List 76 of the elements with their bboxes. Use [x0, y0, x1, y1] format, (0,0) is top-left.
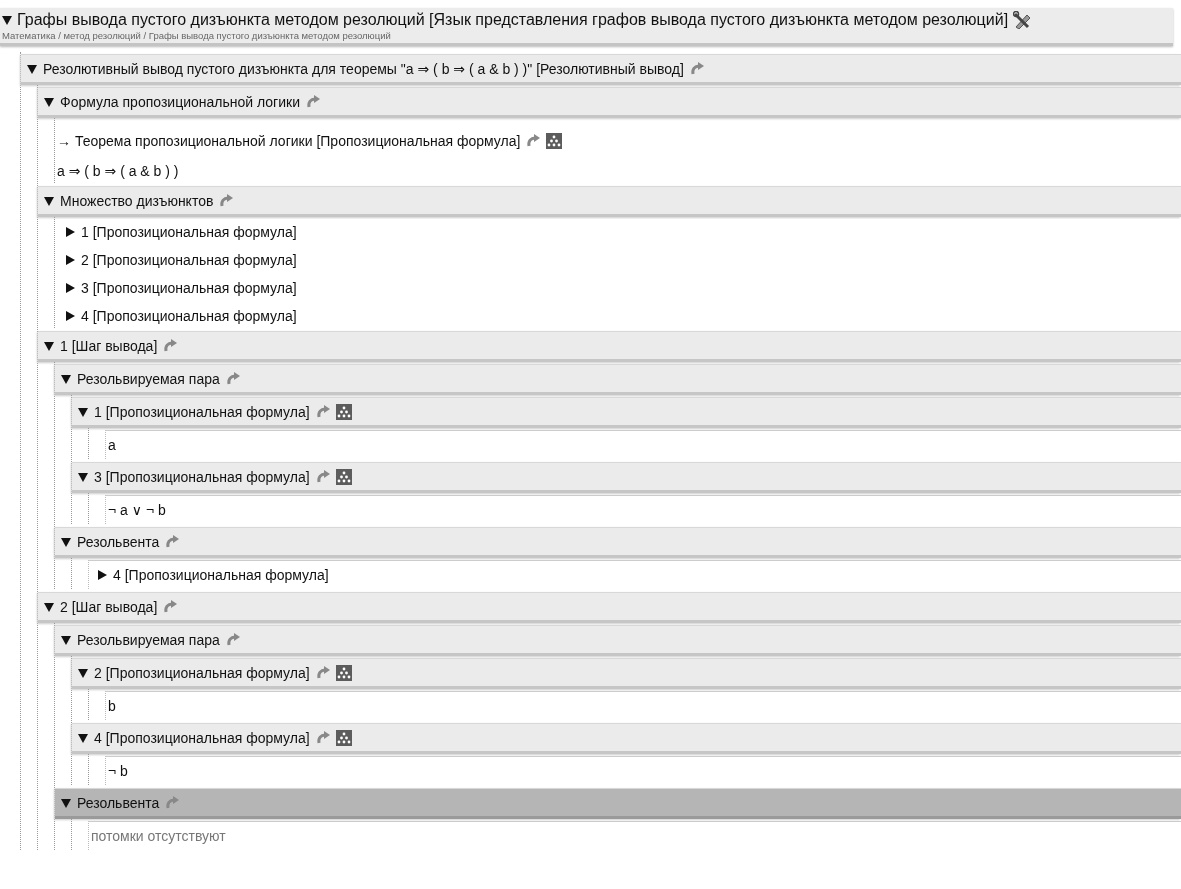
tree-item[interactable]: 4 [Пропозициональная формула]: [113, 567, 329, 583]
graph-icon[interactable]: [546, 133, 563, 149]
caret-right-icon[interactable]: [65, 226, 75, 237]
section-title: Резольвента: [77, 533, 160, 550]
graph-icon[interactable]: [335, 468, 352, 485]
section-header[interactable]: 4 [Пропозициональная формула]: [72, 723, 1181, 754]
section-title: Резольвируемая пара: [77, 370, 220, 387]
caret-right-icon[interactable]: [65, 310, 75, 321]
caret-down-icon[interactable]: [44, 601, 54, 612]
graph-icon[interactable]: [335, 729, 352, 746]
section-title: Резольвируемая пара: [77, 631, 220, 648]
page-title: Графы вывода пустого дизъюнкта методом резолюций [Язык представления графов вывода пустого дизъюнкта методом резолюций]: [17, 11, 1009, 29]
curved-arrow-icon[interactable]: [315, 665, 330, 680]
graph-icon[interactable]: [335, 403, 352, 420]
section-title: 2 [Шаг вывода]: [60, 598, 158, 615]
section-header[interactable]: 3 [Пропозициональная формула]: [72, 462, 1181, 493]
caret-down-icon[interactable]: [61, 797, 71, 808]
tree-item[interactable]: 4 [Пропозициональная формула]: [81, 307, 297, 324]
section-header[interactable]: Формула пропозициональной логики: [38, 87, 1181, 118]
section-header[interactable]: 1 [Пропозициональная формула]: [72, 397, 1181, 428]
curved-arrow-icon[interactable]: [315, 469, 330, 484]
caret-down-icon[interactable]: [78, 732, 88, 743]
caret-down-icon[interactable]: [61, 536, 71, 547]
curved-arrow-icon[interactable]: [315, 404, 330, 419]
tree-item[interactable]: 1 [Пропозициональная формула]: [81, 223, 297, 240]
caret-down-icon[interactable]: [78, 667, 88, 678]
section-header[interactable]: Резольвируемая пара: [55, 364, 1181, 395]
tree-item[interactable]: 3 [Пропозициональная формула]: [81, 279, 297, 296]
caret-right-icon[interactable]: [97, 570, 107, 580]
caret-down-icon[interactable]: [44, 195, 54, 206]
section-header[interactable]: 2 [Пропозициональная формула]: [72, 658, 1181, 689]
section-header[interactable]: Резолютивный вывод пустого дизъюнкта для теоремы "a ⇒ ( b ⇒ ( a & b ) )" [Резолютивный вывод]: [21, 54, 1181, 85]
caret-down-icon[interactable]: [2, 15, 12, 25]
caret-down-icon[interactable]: [44, 96, 54, 107]
curved-arrow-icon[interactable]: [305, 94, 320, 109]
section-title: 2 [Пропозициональная формула]: [94, 664, 310, 681]
section-title: 4 [Пропозициональная формула]: [94, 729, 310, 746]
curved-arrow-icon[interactable]: [526, 134, 541, 148]
caret-down-icon[interactable]: [61, 634, 71, 645]
caret-right-icon[interactable]: [65, 254, 75, 265]
breadcrumb: Математика / метод резолюций / Графы вывода пустого дизъюнкта методом резолюций: [2, 30, 392, 41]
section-header[interactable]: 2 [Шаг вывода]: [38, 592, 1181, 623]
caret-right-icon[interactable]: [65, 282, 75, 293]
section-title: Множество дизъюнктов: [60, 192, 214, 209]
section-title: Резолютивный вывод пустого дизъюнкта для теоремы "a ⇒ ( b ⇒ ( a & b ) )" [Резолютивный вывод]: [43, 60, 684, 77]
curved-arrow-icon[interactable]: [225, 371, 240, 386]
curved-arrow-icon[interactable]: [689, 61, 704, 76]
caret-down-icon[interactable]: [78, 471, 88, 482]
section-title: 3 [Пропозициональная формула]: [94, 468, 310, 485]
empty-note: потомки отсутствуют: [88, 821, 1181, 850]
section-title: Формула пропозициональной логики: [60, 93, 300, 110]
tree-item[interactable]: 2 [Пропозициональная формула]: [81, 251, 297, 268]
caret-down-icon[interactable]: [44, 340, 54, 351]
formula-value: a: [105, 430, 1181, 459]
curved-arrow-icon[interactable]: [315, 730, 330, 745]
section-header[interactable]: Резольвента: [55, 527, 1181, 558]
reference-link[interactable]: → Теорема пропозициональной логики [Пропозициональная формула]: [57, 133, 521, 149]
caret-down-icon[interactable]: [78, 406, 88, 417]
curved-arrow-icon[interactable]: [163, 599, 178, 614]
curved-arrow-icon[interactable]: [225, 632, 240, 647]
graph-icon[interactable]: [335, 664, 352, 681]
curved-arrow-icon[interactable]: [165, 534, 180, 549]
section-header[interactable]: Множество дизъюнктов: [38, 186, 1181, 217]
section-title: 1 [Пропозициональная формула]: [94, 403, 310, 420]
section-title: Резольвента: [77, 794, 160, 811]
formula-value: ¬ a ∨ ¬ b: [105, 495, 1181, 524]
section-header[interactable]: 1 [Шаг вывода]: [38, 331, 1181, 362]
section-title: 1 [Шаг вывода]: [60, 337, 158, 354]
caret-down-icon[interactable]: [27, 63, 37, 74]
curved-arrow-icon[interactable]: [219, 193, 234, 208]
section-header[interactable]: Резольвируемая пара: [55, 625, 1181, 656]
section-header[interactable]: Резольвента: [55, 788, 1181, 819]
formula-value: b: [105, 691, 1181, 720]
formula-value: ¬ b: [105, 756, 1181, 785]
caret-down-icon[interactable]: [61, 373, 71, 384]
curved-arrow-icon[interactable]: [163, 338, 178, 353]
